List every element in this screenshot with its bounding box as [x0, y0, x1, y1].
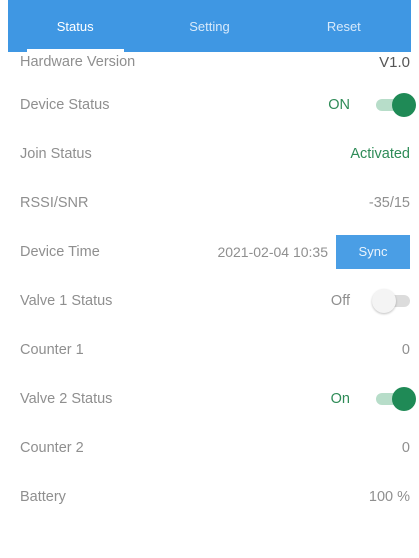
valve2-status-label: Valve 2 Status	[20, 390, 113, 407]
tab-status[interactable]: Status	[8, 0, 142, 52]
counter2-value: 0	[401, 439, 410, 456]
valve1-status-row: Valve 1 Status Off	[20, 276, 410, 325]
battery-value: 100 %	[368, 488, 410, 505]
device-status-row: Device Status ON	[20, 80, 416, 129]
join-status-row: Join Status Activated	[20, 129, 410, 178]
rssi-snr-value: -35/15	[368, 194, 410, 211]
tab-bar: Status Setting Reset	[8, 0, 411, 52]
battery-label: Battery	[20, 488, 66, 505]
status-list: Hardware Version V1.0 Device Status ON J…	[20, 44, 416, 521]
rssi-snr-label: RSSI/SNR	[20, 194, 89, 211]
counter2-row: Counter 2 0	[20, 423, 410, 472]
valve1-status-value: Off	[330, 292, 350, 309]
device-time-row: Device Time 2021-02-04 10:35 Sync	[20, 227, 410, 276]
rssi-snr-row: RSSI/SNR -35/15	[20, 178, 410, 227]
valve2-status-row: Valve 2 Status On	[20, 374, 416, 423]
valve1-status-label: Valve 1 Status	[20, 292, 113, 309]
valve1-toggle[interactable]	[372, 288, 410, 313]
counter1-row: Counter 1 0	[20, 325, 410, 374]
sync-button[interactable]: Sync	[336, 234, 410, 269]
counter2-label: Counter 2	[20, 439, 84, 456]
battery-row: Battery 100 %	[20, 472, 410, 521]
toggle-knob	[392, 386, 416, 411]
tab-reset[interactable]: Reset	[277, 0, 411, 52]
tab-setting[interactable]: Setting	[142, 0, 276, 52]
hardware-version-value: V1.0	[379, 54, 410, 71]
valve2-toggle[interactable]	[376, 386, 416, 411]
valve2-status-value: On	[330, 390, 350, 407]
device-time-label: Device Time	[20, 243, 100, 260]
counter1-label: Counter 1	[20, 341, 84, 358]
hardware-version-label: Hardware Version	[20, 54, 136, 70]
device-status-value: ON	[328, 96, 350, 113]
device-status-label: Device Status	[20, 96, 110, 113]
join-status-label: Join Status	[20, 145, 92, 162]
device-time-value: 2021-02-04 10:35	[217, 243, 328, 260]
join-status-value: Activated	[350, 145, 410, 162]
counter1-value: 0	[401, 341, 410, 358]
toggle-knob	[372, 288, 396, 313]
toggle-knob	[392, 92, 416, 117]
device-status-toggle[interactable]	[376, 92, 416, 117]
